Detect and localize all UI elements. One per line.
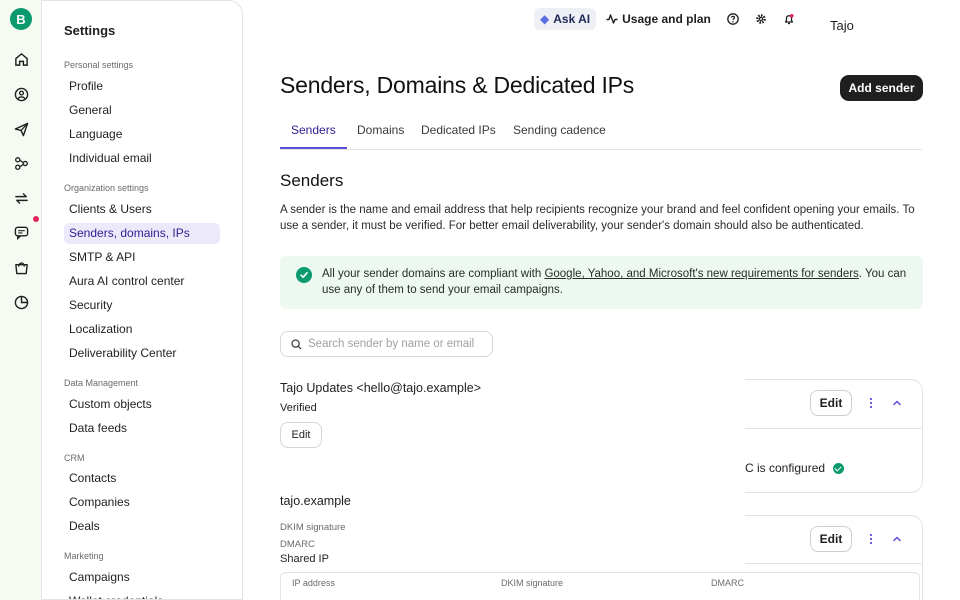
automations-icon[interactable] [12, 154, 30, 172]
sidebar-item-language[interactable]: Language [64, 124, 220, 145]
check-circle-icon [296, 267, 312, 283]
ip-table-header-ip: IP address [292, 578, 335, 588]
section-marketing: Marketing [64, 551, 104, 561]
search-icon [291, 338, 302, 349]
sidebar-item-wallet-credentials[interactable]: Wallet credentials [64, 591, 220, 599]
sidebar-item-security[interactable]: Security [64, 295, 220, 316]
section-data-management: Data Management [64, 378, 139, 388]
conversations-icon[interactable] [12, 223, 30, 241]
check-circle-icon [833, 463, 845, 475]
sender-name: Tajo Updates <hello@tajo.example> [280, 381, 482, 395]
sender-edit-button[interactable]: Edit [280, 422, 322, 448]
sidebar-item-campaigns[interactable]: Campaigns [64, 567, 220, 588]
sidebar-item-deliverability-center[interactable]: Deliverability Center [64, 343, 220, 364]
sender-status: Verified [280, 402, 317, 414]
tab-sending-cadence[interactable]: Sending cadence [502, 114, 617, 149]
sidebar-item-individual-email[interactable]: Individual email [64, 148, 220, 169]
section-crm: CRM [64, 453, 85, 463]
bell-icon[interactable] [783, 13, 795, 25]
brand-logo[interactable]: B [10, 8, 32, 30]
transactional-icon[interactable] [12, 189, 30, 207]
analytics-icon[interactable] [12, 293, 30, 311]
sender-search [280, 331, 493, 357]
sidebar-item-custom-objects[interactable]: Custom objects [64, 394, 220, 415]
sales-icon[interactable] [12, 258, 30, 276]
ip-table-header-dkim: DKIM signature [501, 578, 564, 588]
user-name[interactable]: Tajo [830, 18, 854, 33]
tab-dedicated-ips[interactable]: Dedicated IPs [410, 114, 507, 149]
help-icon[interactable] [726, 13, 739, 25]
domain-card-edit-button[interactable]: Edit [810, 526, 852, 552]
chevron-up-icon[interactable] [891, 397, 903, 409]
sidebar-item-localization[interactable]: Localization [64, 319, 220, 340]
activity-icon [606, 14, 618, 24]
ask-ai-button[interactable]: ◆ Ask AI [534, 8, 597, 30]
dmarc-label: DMARC [280, 539, 315, 550]
home-icon[interactable] [12, 50, 30, 68]
dmarc-status: C is configured [745, 461, 845, 475]
sidebar-item-aura-ai[interactable]: Aura AI control center [64, 271, 220, 292]
usage-label: Usage and plan [622, 12, 711, 26]
usage-and-plan-button[interactable]: Usage and plan [606, 12, 711, 26]
domain-name: tajo.example [280, 494, 351, 508]
sidebar-item-general[interactable]: General [64, 100, 220, 121]
page-title: Senders, Domains & Dedicated IPs [280, 72, 635, 98]
sidebar-item-companies[interactable]: Companies [64, 492, 220, 513]
top-bar: ◆ Ask AI Usage and plan [534, 8, 795, 30]
dkim-label: DKIM signature [280, 522, 346, 533]
gear-icon[interactable] [755, 13, 767, 25]
sidebar-item-deals[interactable]: Deals [64, 516, 220, 537]
section-description: A sender is the name and email address t… [280, 204, 915, 232]
chevron-up-icon[interactable] [891, 533, 903, 545]
contacts-icon[interactable] [12, 85, 30, 103]
section-title: Senders [280, 171, 344, 190]
shared-ip-label: Shared IP [280, 553, 329, 565]
sidebar-item-data-feeds[interactable]: Data feeds [64, 418, 220, 439]
sender-requirements-link[interactable]: Google, Yahoo, and Microsoft's new requi… [544, 268, 858, 280]
sender-card: Edit C is configured [745, 379, 923, 493]
search-input[interactable] [308, 338, 488, 350]
card-divider [745, 563, 922, 564]
tab-bar: Senders Domains Dedicated IPs Sending ca… [280, 114, 922, 150]
sidebar-item-senders-domains-ips[interactable]: Senders, domains, IPs [64, 223, 220, 244]
ask-ai-label: Ask AI [553, 12, 591, 26]
add-sender-button[interactable]: Add sender [840, 75, 923, 101]
settings-sidebar: Settings Personal settings Profile Gener… [42, 0, 243, 600]
sidebar-item-clients-users[interactable]: Clients & Users [64, 199, 220, 220]
tab-domains[interactable]: Domains [346, 114, 415, 149]
compliance-notice: All your sender domains are compliant wi… [280, 256, 923, 309]
ip-table-header-dmarc: DMARC [711, 578, 744, 588]
notification-dot [33, 216, 39, 222]
section-personal-settings: Personal settings [64, 60, 134, 70]
card-divider [745, 428, 922, 429]
notice-text: All your sender domains are compliant wi… [322, 266, 907, 298]
sidebar-item-profile[interactable]: Profile [64, 76, 220, 97]
notice-prefix: All your sender domains are compliant wi… [322, 268, 545, 280]
more-vertical-icon[interactable] [869, 533, 873, 545]
sidebar-item-smtp-api[interactable]: SMTP & API [64, 247, 220, 268]
dmarc-status-text: C is configured [745, 461, 826, 475]
ip-table: IP address DKIM signature DMARC [280, 572, 920, 600]
sparkle-icon: ◆ [540, 12, 550, 26]
sidebar-item-contacts[interactable]: Contacts [64, 468, 220, 489]
sender-card-edit-button[interactable]: Edit [810, 390, 852, 416]
campaigns-icon[interactable] [12, 120, 30, 138]
section-organization-settings: Organization settings [64, 183, 149, 193]
tab-senders[interactable]: Senders [280, 114, 347, 149]
more-vertical-icon[interactable] [869, 397, 873, 409]
settings-title: Settings [64, 23, 116, 38]
app-rail: B [0, 0, 42, 600]
